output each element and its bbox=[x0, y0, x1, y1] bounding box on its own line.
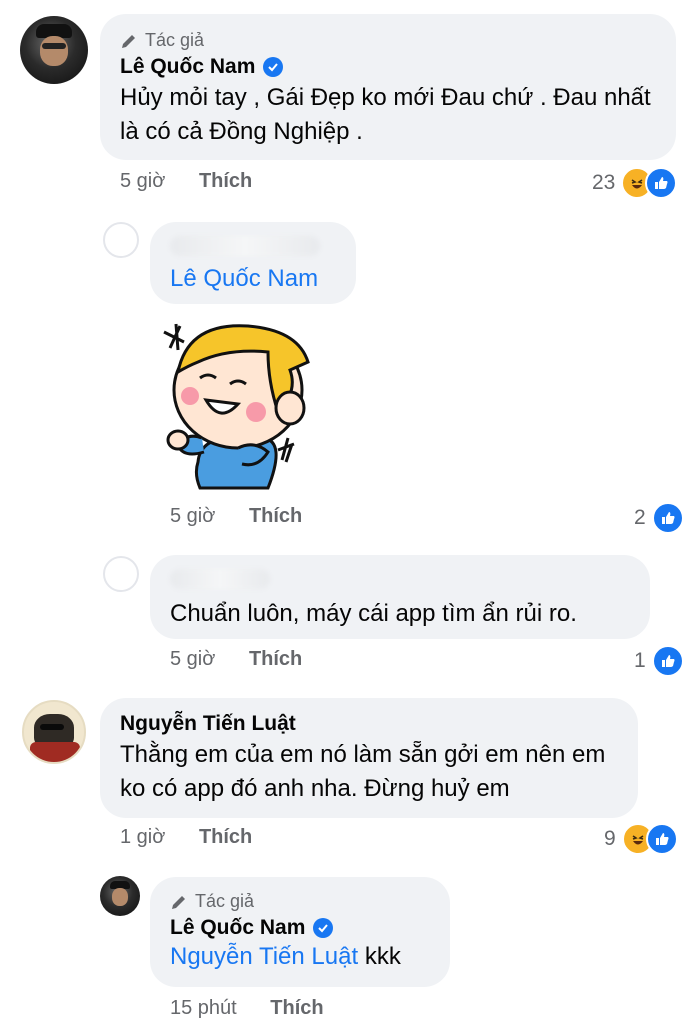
blurred-commenter-name bbox=[170, 569, 270, 589]
like-button[interactable]: Thích bbox=[249, 505, 302, 527]
pen-icon bbox=[172, 895, 185, 909]
comment-time[interactable]: 15 phút bbox=[170, 997, 237, 1019]
mentioned-user-tag[interactable]: Nguyễn Tiến Luật bbox=[170, 943, 358, 970]
like-button[interactable]: Thích bbox=[249, 648, 302, 670]
comment-time[interactable]: 1 giờ bbox=[120, 826, 165, 848]
comment-meta-4: 1 giờ Thích bbox=[120, 826, 252, 849]
like-icon bbox=[645, 823, 678, 855]
comment-meta-1: 5 giờ Thích bbox=[120, 170, 252, 193]
avatar-nguyen-tien-luat[interactable] bbox=[22, 700, 86, 764]
reaction-summary[interactable]: 9 bbox=[604, 823, 678, 855]
avatar-anonymous[interactable] bbox=[103, 556, 139, 592]
reaction-count: 1 bbox=[634, 649, 646, 672]
commenter-name[interactable]: Nguyễn Tiến Luật bbox=[120, 712, 618, 736]
author-badge: Tác giả bbox=[120, 30, 656, 51]
mentioned-user-tag[interactable]: Lê Quốc Nam bbox=[170, 262, 336, 296]
comment-bubble-1: Tác giả Lê Quốc Nam Hủy mỏi tay , Gái Đẹ… bbox=[100, 14, 676, 160]
reaction-count: 2 bbox=[634, 506, 646, 529]
comment-bubble-5: Tác giả Lê Quốc Nam Nguyễn Tiến Luật kkk bbox=[150, 877, 450, 987]
reaction-summary[interactable]: 2 bbox=[634, 502, 684, 534]
verified-badge-icon bbox=[313, 918, 334, 938]
comment-time[interactable]: 5 giờ bbox=[170, 648, 215, 670]
like-button[interactable]: Thích bbox=[199, 826, 252, 848]
commenter-name[interactable]: Lê Quốc Nam bbox=[120, 55, 656, 79]
comment-text: Nguyễn Tiến Luật kkk bbox=[170, 940, 430, 974]
comment-bubble-3: Chuẩn luôn, máy cái app tìm ẩn rủi ro. bbox=[150, 555, 650, 639]
reaction-count: 23 bbox=[592, 171, 616, 194]
author-badge: Tác giả bbox=[170, 891, 430, 912]
commenter-name-text[interactable]: Nguyễn Tiến Luật bbox=[120, 712, 296, 736]
avatar-le-quoc-nam[interactable] bbox=[20, 16, 88, 84]
reaction-count: 9 bbox=[604, 827, 616, 850]
comment-bubble-4: Nguyễn Tiến Luật Thằng em của em nó làm … bbox=[100, 698, 638, 818]
like-icon bbox=[645, 167, 678, 199]
author-badge-label: Tác giả bbox=[195, 891, 255, 911]
like-button[interactable]: Thích bbox=[199, 170, 252, 192]
comment-text: Hủy mỏi tay , Gái Đẹp ko mới Đau chứ . Đ… bbox=[120, 84, 651, 145]
commenter-name-text[interactable]: Lê Quốc Nam bbox=[170, 916, 305, 940]
comment-text: Thằng em của em nó làm sẵn gởi em nên em… bbox=[120, 741, 606, 802]
pen-icon bbox=[122, 34, 135, 48]
comment-meta-5: 15 phút Thích bbox=[170, 997, 324, 1020]
avatar-le-quoc-nam[interactable] bbox=[100, 876, 140, 916]
comment-meta-2: 5 giờ Thích bbox=[170, 505, 302, 528]
comment-time[interactable]: 5 giờ bbox=[120, 170, 165, 192]
like-button[interactable]: Thích bbox=[270, 997, 323, 1019]
avatar-anonymous[interactable] bbox=[103, 222, 139, 258]
reaction-summary[interactable]: 1 bbox=[634, 645, 684, 677]
comment-bubble-2: Lê Quốc Nam bbox=[150, 222, 356, 304]
comment-text: Chuẩn luôn, máy cái app tìm ẩn rủi ro. bbox=[170, 600, 577, 627]
comment-time[interactable]: 5 giờ bbox=[170, 505, 215, 527]
blurred-commenter-name bbox=[170, 236, 320, 256]
like-icon bbox=[651, 645, 684, 677]
verified-badge-icon bbox=[263, 57, 284, 77]
reaction-summary[interactable]: 23 bbox=[592, 167, 678, 199]
author-badge-label: Tác giả bbox=[145, 30, 205, 50]
laughing-boy-sticker bbox=[158, 312, 323, 492]
comment-text-body: kkk bbox=[364, 943, 401, 970]
commenter-name-text[interactable]: Lê Quốc Nam bbox=[120, 55, 255, 79]
like-icon bbox=[651, 502, 684, 534]
comment-meta-3: 5 giờ Thích bbox=[170, 648, 302, 671]
commenter-name[interactable]: Lê Quốc Nam bbox=[170, 916, 430, 940]
